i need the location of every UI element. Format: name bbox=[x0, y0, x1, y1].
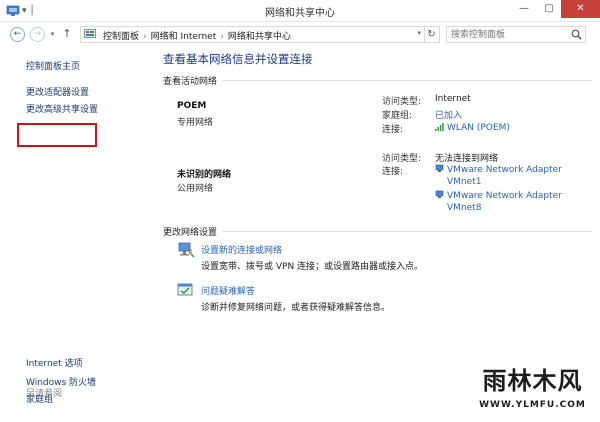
close-button[interactable]: ✕ bbox=[561, 0, 600, 18]
see-also-internet-options[interactable]: Internet 选项 bbox=[26, 356, 83, 369]
breadcrumb-separator[interactable]: › bbox=[220, 32, 224, 42]
breadcrumb-control-panel[interactable]: 控制面板 bbox=[103, 32, 139, 42]
maximize-button[interactable]: ▢ bbox=[537, 0, 561, 18]
ethernet-adapter-icon bbox=[435, 190, 444, 198]
address-field[interactable]: 控制面板 › 网络和 Internet › 网络和共享中心 ▾ bbox=[80, 26, 425, 43]
sidebar: 控制面板主页 更改适配器设置 更改高级共享设置 另请参阅 Internet 选项… bbox=[0, 46, 152, 422]
vmnet8-name[interactable]: VMnet8 bbox=[435, 203, 481, 213]
divider bbox=[222, 80, 592, 81]
network-profile-type[interactable]: 公用网络 bbox=[177, 181, 213, 194]
back-button[interactable]: ← bbox=[10, 27, 25, 42]
homegroup-label: 家庭组: bbox=[382, 111, 413, 121]
watermark-text: 雨林木风 bbox=[482, 367, 583, 395]
ethernet-adapter-icon bbox=[435, 164, 444, 172]
watermark-logo: 雨林木风 WWW.YLMFU.COM bbox=[470, 362, 595, 417]
access-type-label: 访问类型: bbox=[382, 154, 422, 164]
sidebar-item-control-panel-home[interactable]: 控制面板主页 bbox=[26, 59, 80, 72]
see-also-windows-firewall[interactable]: Windows 防火墙 bbox=[26, 375, 96, 388]
vmnet1-connection-link[interactable]: VMware Network Adapter bbox=[435, 164, 562, 175]
homegroup-link[interactable]: 已加入 bbox=[435, 108, 462, 121]
access-type-value: 无法连接到网络 bbox=[435, 154, 499, 164]
wlan-connection-label: WLAN (POEM) bbox=[447, 123, 510, 133]
setup-new-connection-description: 设置宽带、拨号或 VPN 连接；或设置路由器或接入点。 bbox=[201, 262, 424, 272]
window-title: 网络和共享中心 bbox=[265, 8, 335, 19]
vmnet1-adapter-label: VMware Network Adapter bbox=[447, 165, 562, 175]
navigation-bar: ← → ▾ ↑ 控制面板 › 网络和 Internet › 网络和共享中心 ▾ ↻ bbox=[0, 22, 600, 46]
wifi-signal-icon bbox=[435, 123, 444, 131]
troubleshoot-problems-description: 诊断并修复网络问题，或者获得疑难解答信息。 bbox=[201, 303, 391, 313]
active-networks-label: 查看活动网络 bbox=[163, 77, 218, 87]
setup-new-connection-link[interactable]: 设置新的连接或网络 bbox=[201, 243, 282, 256]
vmnet8-connection-link[interactable]: VMware Network Adapter bbox=[435, 190, 562, 201]
troubleshoot-icon bbox=[177, 283, 193, 296]
new-connection-icon bbox=[178, 242, 195, 258]
change-settings-label: 更改网络设置 bbox=[163, 228, 218, 238]
breadcrumb-network-sharing-center[interactable]: 网络和共享中心 bbox=[228, 32, 291, 42]
recent-locations-button[interactable]: ▾ bbox=[48, 27, 57, 42]
page-title: 查看基本网络信息并设置连接 bbox=[163, 52, 313, 66]
search-icon[interactable] bbox=[571, 29, 582, 40]
network-name: POEM bbox=[177, 101, 207, 111]
up-button[interactable]: ↑ bbox=[61, 27, 73, 42]
divider bbox=[222, 231, 592, 232]
breadcrumb-network-internet[interactable]: 网络和 Internet bbox=[151, 32, 217, 42]
search-box[interactable] bbox=[446, 26, 586, 43]
see-also-homegroup[interactable]: 家庭组 bbox=[26, 392, 53, 405]
vmnet1-name[interactable]: VMnet1 bbox=[435, 177, 481, 187]
vmnet8-adapter-label: VMware Network Adapter bbox=[447, 191, 562, 201]
sidebar-item-change-adapter-settings[interactable]: 更改适配器设置 bbox=[26, 85, 89, 98]
connections-label: 连接: bbox=[382, 167, 404, 177]
control-panel-icon bbox=[84, 29, 96, 38]
access-type-value: Internet bbox=[435, 94, 471, 104]
refresh-button[interactable]: ↻ bbox=[424, 26, 440, 43]
breadcrumb-separator[interactable]: › bbox=[143, 32, 147, 42]
breadcrumb: 控制面板 › 网络和 Internet › 网络和共享中心 bbox=[103, 29, 291, 42]
highlight-box bbox=[17, 123, 97, 147]
title-bar: ▾ │ 网络和共享中心 — ▢ ✕ bbox=[0, 0, 600, 22]
connections-label: 连接: bbox=[382, 125, 404, 135]
forward-button[interactable]: → bbox=[30, 27, 45, 42]
watermark-url: WWW.YLMFU.COM bbox=[479, 400, 586, 410]
search-input[interactable] bbox=[451, 28, 566, 41]
minimize-button[interactable]: — bbox=[511, 0, 537, 18]
network-name: 未识别的网络 bbox=[177, 170, 232, 180]
network-profile-type[interactable]: 专用网络 bbox=[177, 115, 213, 128]
access-type-label: 访问类型: bbox=[382, 97, 422, 107]
sidebar-item-advanced-sharing-settings[interactable]: 更改高级共享设置 bbox=[26, 102, 98, 115]
address-dropdown-icon[interactable]: ▾ bbox=[417, 29, 421, 37]
troubleshoot-problems-link[interactable]: 问题疑难解答 bbox=[201, 284, 255, 297]
wlan-connection-link[interactable]: WLAN (POEM) bbox=[435, 122, 510, 133]
